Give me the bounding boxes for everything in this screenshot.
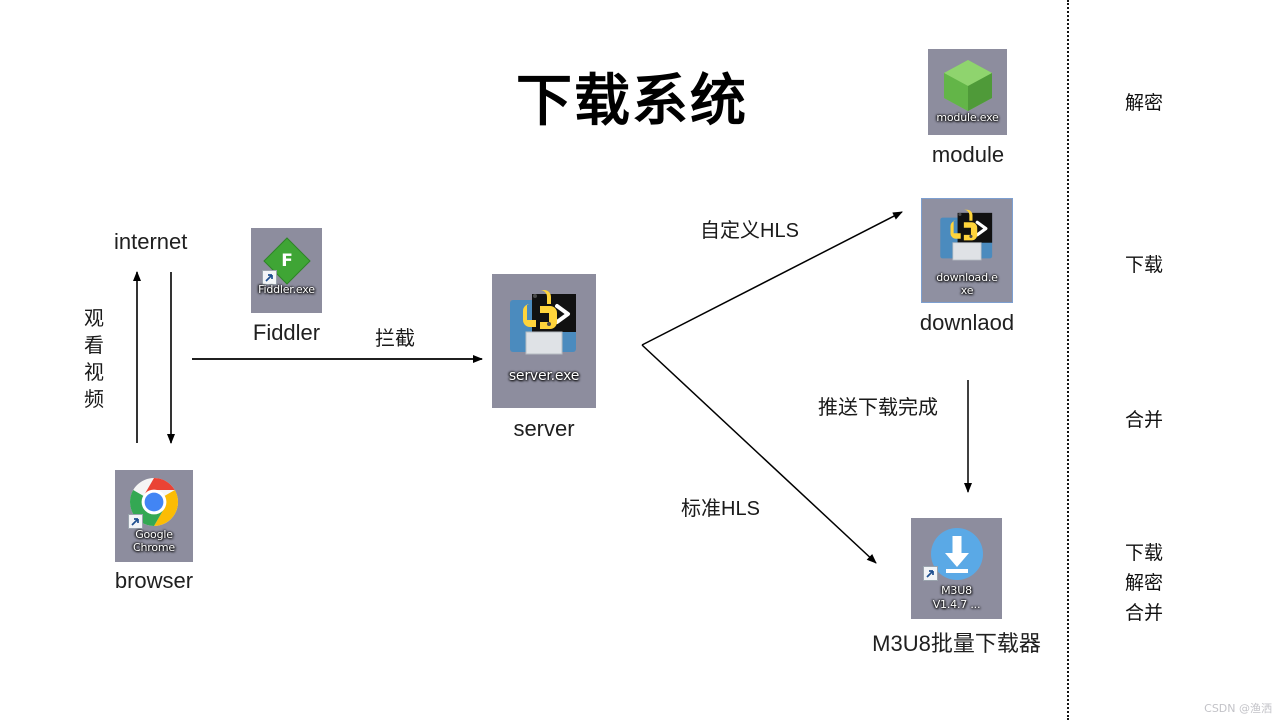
side-note-final-line1: 下载 [1125,542,1164,564]
vertical-dotted-divider [1067,0,1069,720]
edge-label-intercept: 拦截 [375,328,415,350]
node-label-internet: internet [114,229,188,254]
node-caption-fiddler: Fiddler [252,320,321,345]
node-caption-download: downlaod [919,310,1015,335]
icon-filename-line1: server.exe [508,368,580,384]
diagram-canvas: 下载系统 internet 观看视频 Google Chrome browser… [0,0,1280,720]
node-download[interactable]: download.e xe downlaod [920,198,1014,335]
side-note-final-line2: 解密 [1125,572,1164,594]
icon-filename-line1: Google [135,528,173,541]
node-m3u8[interactable]: M3U8 V1.4.7 ... M3U8批量下载器 [872,518,1041,656]
green-cube-module-icon [940,57,996,113]
arrow-server-to-m3u8 [641,344,877,564]
icon-filename-line1: download.e [936,271,998,284]
side-note-download: 下载 [1125,254,1164,276]
edge-label-push-done: 推送下载完成 [818,397,938,419]
node-fiddler[interactable]: F Fiddler.exe Fiddler [251,228,322,345]
svg-text:F: F [281,251,293,271]
icon-filename-line2: V1.4.7 ... [932,598,981,611]
node-browser[interactable]: Google Chrome browser [115,470,193,593]
side-note-group-final: 下载 解密 合并 [1125,538,1163,628]
icon-filename-line1: module.exe [936,111,999,124]
side-note-final-line3: 合并 [1125,602,1164,624]
edge-label-custom-hls: 自定义HLS [700,220,799,242]
icon-filename-line1: Fiddler.exe [258,283,315,296]
shortcut-arrow-icon [923,566,938,581]
server-exe-tile[interactable]: server.exe [492,274,596,408]
google-chrome-tile[interactable]: Google Chrome [115,470,193,562]
download-exe-tile[interactable]: download.e xe [921,198,1013,303]
module-exe-tile[interactable]: module.exe [928,49,1007,135]
watermark: CSDN @渔洒 [1204,702,1272,715]
icon-filename-line2: xe [960,284,974,297]
m3u8-tile[interactable]: M3U8 V1.4.7 ... [911,518,1002,619]
shortcut-arrow-icon [128,514,143,529]
node-caption-module: module [931,142,1005,167]
node-caption-browser: browser [114,568,194,593]
node-caption-server: server [513,416,575,441]
side-note-merge: 合并 [1125,409,1164,431]
page-title: 下载系统 [516,69,748,134]
python-exe-icon [934,205,1000,271]
side-note-decrypt: 解密 [1125,92,1164,114]
node-server[interactable]: server.exe server [492,274,596,441]
icon-filename-line2: Chrome [133,541,175,554]
python-exe-icon [502,284,586,368]
node-module[interactable]: module.exe module [928,49,1007,167]
fiddler-tile[interactable]: F Fiddler.exe [251,228,322,313]
edge-label-standard-hls: 标准HLS [681,498,760,520]
icon-filename-line1: M3U8 [941,584,972,597]
node-caption-m3u8: M3U8批量下载器 [872,631,1041,656]
edge-label-watch-video: 观看视频 [84,308,104,411]
